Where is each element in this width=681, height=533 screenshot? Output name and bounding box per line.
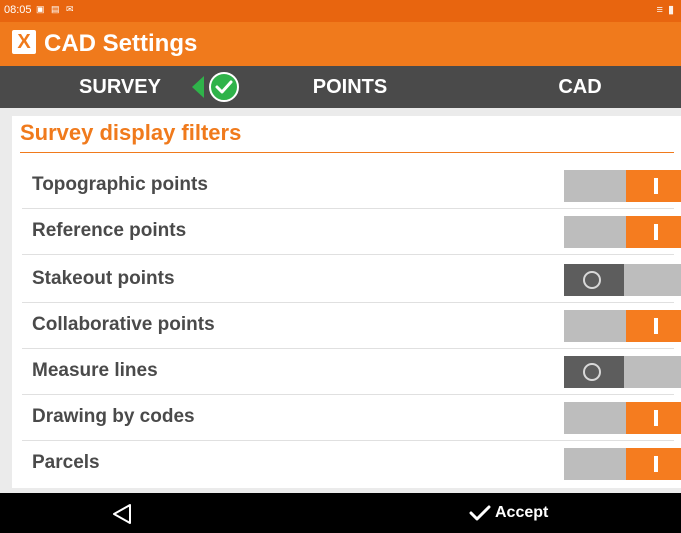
toggle-knob <box>626 216 681 248</box>
setting-row-reference: Reference points <box>22 208 681 255</box>
setting-label: Drawing by codes <box>32 406 195 427</box>
settings-panel: Survey display filters Topographic point… <box>12 116 681 488</box>
toggle-switch[interactable] <box>564 170 681 202</box>
notification-icons: ▣ ▤ ✉ <box>36 4 76 14</box>
toggle-switch[interactable] <box>564 402 681 434</box>
toggle-knob <box>626 402 681 434</box>
setting-row-stakeout: Stakeout points <box>22 256 681 303</box>
tab-bar: SURVEY POINTS CAD <box>0 66 681 108</box>
setting-row-topographic: Topographic points <box>22 162 681 209</box>
toggle-switch[interactable] <box>564 448 681 480</box>
setting-label: Parcels <box>32 452 100 473</box>
toggle-switch[interactable] <box>564 356 681 388</box>
tab-survey[interactable]: SURVEY <box>40 66 200 108</box>
setting-label: Measure lines <box>32 360 158 381</box>
checkmark-icon <box>469 505 491 521</box>
page-title: CAD Settings <box>44 30 198 57</box>
toggle-knob <box>626 170 681 202</box>
active-tab-check-icon <box>192 72 239 102</box>
setting-label: Collaborative points <box>32 314 215 335</box>
setting-label: Reference points <box>32 220 187 241</box>
toggle-knob <box>626 448 681 480</box>
setting-label: Stakeout points <box>32 268 175 289</box>
status-bar: 08:05 ▣ ▤ ✉ ≡ ▮ <box>0 0 681 22</box>
app-logo-icon: X <box>12 30 36 54</box>
toggle-switch[interactable] <box>564 216 681 248</box>
bottom-nav-bar: Accept <box>0 493 681 533</box>
tab-points[interactable]: POINTS <box>270 66 430 108</box>
accept-button[interactable]: Accept <box>469 493 548 533</box>
setting-row-collaborative: Collaborative points <box>22 302 681 349</box>
setting-row-parcels: Parcels <box>22 440 681 486</box>
toggle-knob <box>564 264 624 296</box>
status-time: 08:05 <box>4 4 32 16</box>
toggle-knob <box>626 310 681 342</box>
toggle-knob <box>564 356 624 388</box>
setting-row-measure-lines: Measure lines <box>22 348 681 395</box>
section-title: Survey display filters <box>20 120 242 145</box>
app-bar: X CAD Settings <box>0 22 681 66</box>
back-triangle-icon[interactable] <box>110 503 134 525</box>
section-divider <box>20 152 674 153</box>
signal-battery-icons: ≡ ▮ <box>656 4 675 16</box>
setting-label: Topographic points <box>32 174 208 195</box>
tab-cad[interactable]: CAD <box>500 66 660 108</box>
toggle-switch[interactable] <box>564 264 681 296</box>
toggle-switch[interactable] <box>564 310 681 342</box>
setting-row-drawing-by-codes: Drawing by codes <box>22 394 681 441</box>
accept-label: Accept <box>495 504 549 521</box>
